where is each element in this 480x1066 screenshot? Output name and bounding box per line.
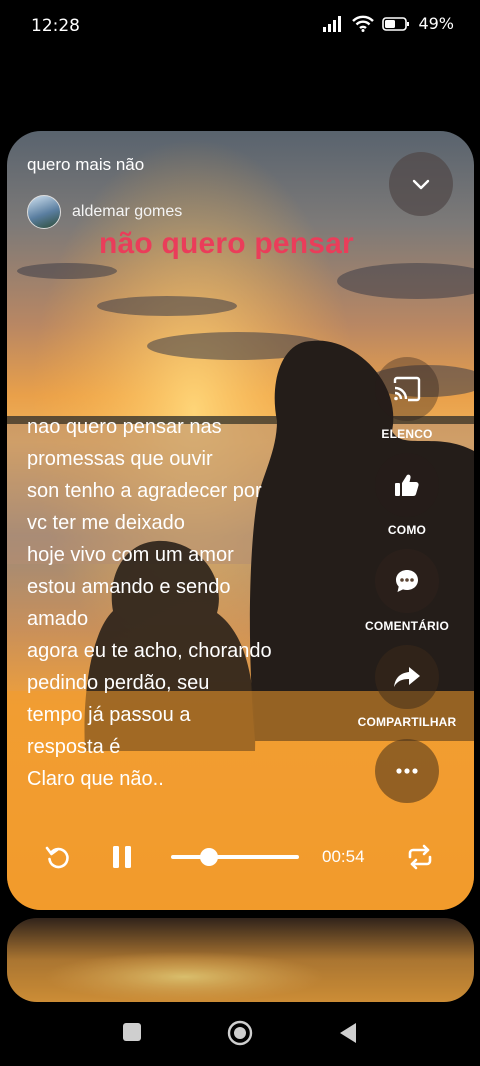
home-icon[interactable] [227,1020,253,1046]
lyric-line: son tenho a agradecer por [27,480,262,502]
collapse-button[interactable] [389,152,453,216]
more-circle[interactable] [375,739,439,803]
song-title: quero mais não [27,155,145,174]
lyric-line: resposta é [27,736,121,758]
more-icon [396,768,418,774]
pause-icon[interactable] [111,844,133,870]
comment-label: COMENTÁRIO [365,619,449,633]
progress-track[interactable] [171,855,299,859]
lyric-line: pedindo perdão, seu [27,672,210,694]
cast-button[interactable]: ELENCO [347,357,467,441]
author-name[interactable]: aldemar gomes [72,203,182,221]
repeat-icon[interactable] [407,844,433,870]
share-label: COMPARTILHAR [357,715,457,729]
player-card: quero mais não aldemar gomes não quero p… [7,131,474,910]
lyrics: nao quero pensar nas promessas que ouvir… [27,411,357,795]
cast-circle[interactable] [375,357,439,421]
signal-icon [323,15,342,32]
card-reflection [7,918,474,1002]
lyric-line: promessas que ouvir [27,448,213,470]
share-circle[interactable] [375,645,439,709]
lyric-line: nao quero pensar nas [27,416,222,438]
cast-label: ELENCO [381,427,433,441]
playback-controls: 00:54 [7,837,474,877]
cast-icon [393,376,421,402]
lyric-line: amado [27,608,89,630]
navigation-bar [0,1002,480,1066]
comment-button[interactable]: COMENTÁRIO [347,549,467,633]
lyric-line: agora eu te acho, chorando [27,640,272,662]
avatar[interactable] [27,195,61,229]
author-row[interactable]: aldemar gomes [27,195,182,229]
battery-icon [382,16,410,31]
replay-icon[interactable] [45,844,71,870]
more-button[interactable] [347,739,467,803]
comment-icon [396,570,418,592]
status-time: 12:28 [31,16,80,36]
like-label: COMO [387,523,427,537]
like-button[interactable]: COMO [347,453,467,537]
status-bar: 12:28 49% [0,0,480,52]
lyric-line: tempo já passou a [27,704,191,726]
recents-icon[interactable] [122,1022,142,1042]
elapsed-time: 00:54 [322,847,365,866]
battery-percent: 49% [418,14,454,33]
progress-thumb[interactable] [200,848,219,866]
lyric-line: hoje vivo com um amor [27,544,234,566]
back-icon[interactable] [338,1022,358,1044]
wifi-icon [352,15,375,32]
lyric-line: Claro que não.. [27,768,164,790]
status-icons: 49% [322,14,454,33]
lyric-line: vc ter me deixado [27,512,185,534]
chevron-down-icon [412,179,430,190]
overlay-title: não quero pensar [99,227,354,260]
like-circle[interactable] [375,453,439,517]
comment-circle[interactable] [375,549,439,613]
lyric-line: estou amando e sendo [27,576,231,598]
thumbs-up-icon [395,474,419,496]
share-icon [394,667,420,687]
share-button[interactable]: COMPARTILHAR [347,645,467,729]
